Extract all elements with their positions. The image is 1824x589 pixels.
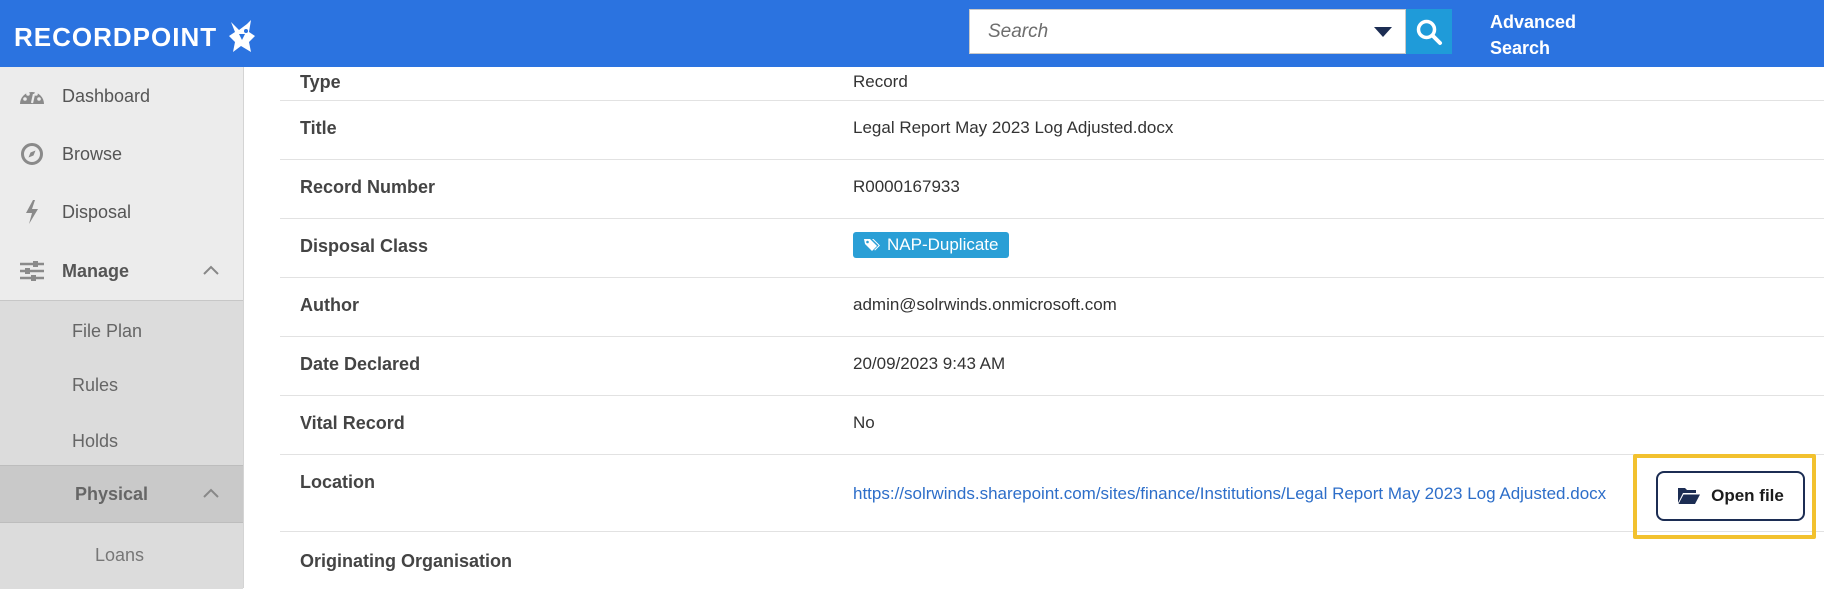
sidebar-item-manage[interactable]: Manage: [0, 242, 243, 300]
property-label: Date Declared: [300, 354, 421, 374]
property-row-date-declared: Date Declared 20/09/2023 9:43 AM: [280, 336, 1824, 395]
sidebar-item-dashboard[interactable]: Dashboard: [0, 67, 243, 125]
sidebar-item-disposal[interactable]: Disposal: [0, 183, 243, 241]
sidebar-item-file-plan[interactable]: File Plan: [0, 305, 243, 357]
open-file-button[interactable]: Open file: [1656, 471, 1805, 521]
sidebar-item-rules[interactable]: Rules: [0, 359, 243, 411]
sidebar-item-label: Dashboard: [62, 85, 151, 106]
caret-down-icon: [1374, 26, 1392, 37]
property-value: admin@solrwinds.onmicrosoft.com: [853, 295, 1117, 314]
compass-icon: [18, 140, 46, 168]
sidebar-item-label: Rules: [72, 374, 119, 395]
property-value: No: [853, 413, 875, 432]
search-icon: [1416, 19, 1442, 45]
tags-icon: [864, 239, 880, 251]
sidebar-item-label: Physical: [75, 483, 149, 504]
property-label: Record Number: [300, 177, 436, 197]
property-row-vital-record: Vital Record No: [280, 395, 1824, 454]
sidebar-item-holds[interactable]: Holds: [0, 415, 243, 467]
sidebar-item-browse[interactable]: Browse: [0, 125, 243, 183]
bolt-icon: [18, 198, 46, 226]
sidebar-item-label: Disposal: [62, 201, 132, 222]
property-value: Record: [853, 72, 908, 91]
sliders-icon: [18, 257, 46, 285]
dashboard-icon: [18, 82, 46, 110]
property-row-record-number: Record Number R0000167933: [280, 159, 1824, 218]
property-label: Author: [300, 295, 359, 315]
record-properties: Type Record Title Legal Report May 2023 …: [280, 67, 1824, 588]
property-row-disposal-class: Disposal Class NAP-Duplicate: [280, 218, 1824, 277]
disposal-class-tag[interactable]: NAP-Duplicate: [853, 232, 1009, 258]
property-value: R0000167933: [853, 177, 960, 196]
sidebar-item-label: Loans: [95, 545, 145, 565]
property-row-title: Title Legal Report May 2023 Log Adjusted…: [280, 100, 1824, 159]
location-link[interactable]: https://solrwinds.sharepoint.com/sites/f…: [853, 484, 1606, 504]
logo-text: RECORDPOINT: [14, 21, 218, 52]
fox-logo-icon: [229, 20, 256, 52]
logo[interactable]: RECORDPOINT: [14, 18, 259, 56]
sidebar: Dashboard Browse Disposal Manage File Pl…: [0, 67, 244, 589]
search-button[interactable]: [1406, 9, 1452, 54]
tag-label: NAP-Duplicate: [887, 235, 999, 254]
sidebar-item-label: Browse: [62, 143, 123, 164]
property-label: Vital Record: [300, 413, 405, 433]
search-scope-dropdown[interactable]: [1361, 10, 1405, 53]
property-row-author: Author admin@solrwinds.onmicrosoft.com: [280, 277, 1824, 336]
top-bar: RECORDPOINT Advanced Search: [0, 0, 1824, 67]
search-input[interactable]: [970, 10, 1361, 53]
property-label: Type: [300, 72, 341, 92]
open-file-label: Open file: [1711, 486, 1784, 505]
sidebar-item-label: Manage: [62, 260, 130, 281]
folder-open-icon: [1678, 488, 1701, 504]
property-label: Disposal Class: [300, 236, 429, 256]
sidebar-item-loans[interactable]: Loans: [0, 523, 243, 588]
chevron-up-icon[interactable]: [201, 261, 221, 281]
chevron-up-icon[interactable]: [201, 484, 221, 504]
property-value: 20/09/2023 9:43 AM: [853, 354, 1006, 373]
search-box: [969, 9, 1406, 54]
sidebar-item-label: Holds: [72, 430, 119, 451]
property-row-location: Location https://solrwinds.sharepoint.co…: [280, 454, 1824, 531]
property-label: Title: [300, 118, 337, 138]
property-row-originating-organisation: Originating Organisation: [280, 531, 1824, 588]
property-label: Originating Organisation: [300, 551, 513, 571]
property-value: Legal Report May 2023 Log Adjusted.docx: [853, 118, 1174, 137]
sidebar-item-physical[interactable]: Physical: [0, 465, 243, 523]
sidebar-item-label: File Plan: [72, 320, 143, 341]
property-label: Location: [300, 472, 375, 492]
advanced-search-link[interactable]: Advanced Search: [1490, 9, 1610, 61]
